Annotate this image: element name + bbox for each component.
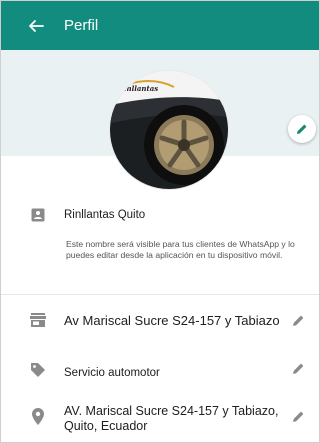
name-note: Este nombre será visible para tus client… bbox=[66, 239, 295, 260]
address-row[interactable]: Av Mariscal Sucre S24-157 y Tabiazo bbox=[1, 308, 319, 332]
location-row[interactable]: AV. Mariscal Sucre S24-157 y Tabiazo, Qu… bbox=[1, 404, 319, 442]
logo-text: Rinllantas bbox=[118, 84, 159, 93]
category-text: Servicio automotor bbox=[64, 367, 160, 379]
back-button[interactable] bbox=[21, 11, 51, 41]
edit-location-button[interactable] bbox=[289, 407, 307, 425]
arrow-left-icon bbox=[29, 19, 44, 32]
address-text: Av Mariscal Sucre S24-157 y Tabiazo bbox=[64, 312, 280, 328]
profile-photo[interactable]: Rinllantas bbox=[110, 71, 228, 189]
pencil-icon bbox=[292, 363, 303, 374]
pencil-icon bbox=[292, 315, 303, 326]
profile-screen: Perfil Rinllantas Rinllantas Quito Este … bbox=[0, 0, 320, 443]
name-row[interactable]: Rinllantas Quito bbox=[1, 204, 319, 226]
id-card-icon bbox=[27, 204, 49, 226]
divider bbox=[1, 294, 319, 295]
location-line-1: AV. Mariscal Sucre S24-157 y Tabiazo, bbox=[64, 404, 279, 418]
app-bar: Perfil bbox=[1, 1, 319, 50]
business-name: Rinllantas Quito bbox=[64, 209, 146, 221]
page-title: Perfil bbox=[64, 17, 99, 34]
category-row[interactable]: Servicio automotor bbox=[1, 358, 319, 382]
location-text: AV. Mariscal Sucre S24-157 y Tabiazo, Qu… bbox=[64, 404, 278, 434]
edit-photo-button[interactable] bbox=[288, 115, 316, 143]
edit-category-button[interactable] bbox=[289, 359, 307, 377]
pencil-icon bbox=[297, 124, 307, 134]
storefront-icon bbox=[27, 309, 49, 331]
map-pin-icon bbox=[27, 405, 49, 427]
tag-icon bbox=[27, 359, 49, 381]
location-line-2: Quito, Ecuador bbox=[64, 419, 148, 433]
pencil-icon bbox=[292, 411, 303, 422]
edit-address-button[interactable] bbox=[289, 311, 307, 329]
